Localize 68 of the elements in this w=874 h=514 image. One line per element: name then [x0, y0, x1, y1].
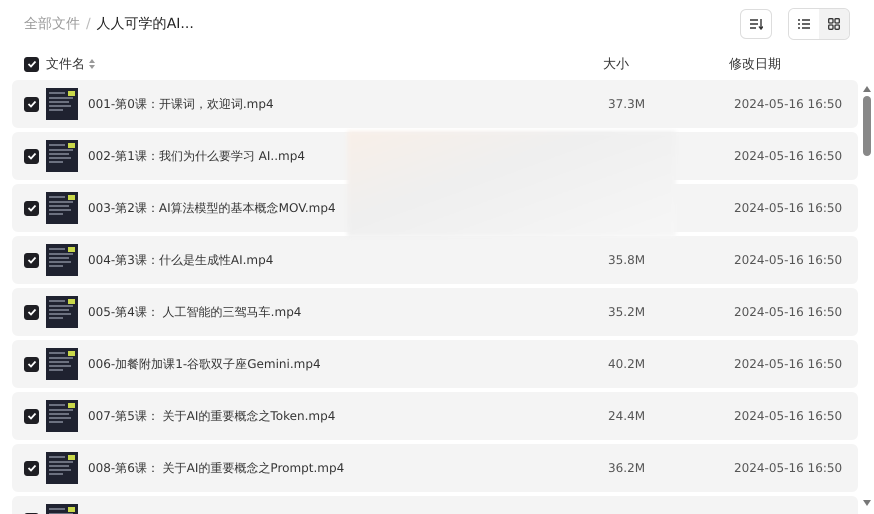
breadcrumb-item: 人人可学的AI...	[96, 15, 194, 33]
modified-date: 2024-05-16 16:50	[734, 97, 842, 111]
modified-date: 2024-05-16 16:50	[734, 201, 842, 215]
check-icon	[26, 360, 36, 368]
file-size: 35.8M	[608, 253, 646, 267]
file-row[interactable]: 005-第4课： 人工智能的三驾马车.mp4 35.2M 2024-05-16 16:50	[12, 288, 858, 336]
modified-date: 2024-05-16 16:50	[734, 253, 842, 267]
check-icon	[26, 308, 36, 316]
row-checkbox[interactable]	[24, 408, 39, 424]
file-name: 004-第3课：什么是生成性AI.mp4	[88, 252, 274, 266]
file-size: 35.2M	[608, 305, 646, 319]
check-icon	[26, 100, 36, 108]
grid-icon	[828, 18, 840, 30]
file-row[interactable]: 007-第5课： 关于AI的重要概念之Token.mp4 24.4M 2024-05-16 16:50	[12, 392, 858, 440]
check-icon	[26, 204, 36, 212]
file-row[interactable]: 001-第0课：开课词，欢迎词.mp4 37.3M 2024-05-16 16:50	[12, 80, 858, 128]
file-size: 37.3M	[608, 97, 646, 111]
check-icon	[26, 464, 36, 472]
check-icon	[26, 152, 36, 160]
modified-date: 2024-05-16 16:50	[734, 357, 842, 371]
grid-view-button[interactable]	[819, 9, 849, 39]
file-size: 40.2M	[608, 357, 646, 371]
modified-date: 2024-05-16 16:50	[734, 409, 842, 423]
column-header: 大小	[603, 56, 630, 73]
file-row[interactable]: 008-第6课： 关于AI的重要概念之Prompt.mp4 36.2M 2024-05-16 16:50	[12, 444, 858, 492]
scroll-up-icon[interactable]	[863, 86, 871, 92]
breadcrumb-separator: /	[86, 16, 91, 32]
sort-button[interactable]	[740, 9, 772, 39]
scrollbar-thumb[interactable]	[863, 96, 871, 156]
video-thumbnail	[46, 140, 78, 172]
modified-date: 2024-05-16 16:50	[734, 461, 842, 475]
video-thumbnail	[46, 296, 78, 328]
row-checkbox[interactable]	[24, 460, 39, 476]
file-name: 006-加餐附加课1-谷歌双子座Gemini.mp4	[88, 356, 321, 370]
sort-arrows-icon[interactable]	[89, 59, 95, 69]
check-icon	[26, 256, 36, 264]
file-name: 005-第4课： 人工智能的三驾马车.mp4	[88, 304, 302, 318]
select-all-checkbox[interactable]	[24, 56, 39, 72]
file-size: 24.4M	[608, 409, 646, 423]
row-checkbox[interactable]	[24, 304, 39, 320]
scroll-down-icon[interactable]	[863, 500, 871, 506]
video-thumbnail	[46, 452, 78, 484]
row-checkbox[interactable]	[24, 200, 39, 216]
video-thumbnail	[46, 88, 78, 120]
file-name: 002-第1课：我们为什么要学习 AI..mp4	[88, 148, 306, 162]
file-name: 003-第2课：AI算法模型的基本概念MOV.mp4	[88, 200, 336, 214]
check-icon	[26, 412, 36, 420]
modified-date: 2024-05-16 16:50	[734, 149, 842, 163]
column-header[interactable]: 文件名	[46, 55, 85, 73]
video-thumbnail	[46, 192, 78, 224]
modified-date: 2024-05-16 16:50	[734, 305, 842, 319]
row-checkbox[interactable]	[24, 148, 39, 164]
file-row[interactable]: 006-加餐附加课1-谷歌双子座Gemini.mp4 40.2M 2024-05-16 16:50	[12, 340, 858, 388]
file-row[interactable]: 004-第3课：什么是生成性AI.mp4 35.8M 2024-05-16 16:50	[12, 236, 858, 284]
row-checkbox[interactable]	[24, 96, 39, 112]
row-checkbox[interactable]	[24, 252, 39, 268]
list-icon	[798, 19, 810, 29]
file-size: 36.2M	[608, 461, 646, 475]
column-header: 修改日期	[729, 56, 781, 73]
file-name: 007-第5课： 关于AI的重要概念之Token.mp4	[88, 408, 336, 422]
video-thumbnail	[46, 348, 78, 380]
sort-icon	[749, 18, 763, 30]
file-name: 001-第0课：开课词，欢迎词.mp4	[88, 96, 274, 110]
check-icon	[26, 60, 36, 68]
file-name: 008-第6课： 关于AI的重要概念之Prompt.mp4	[88, 460, 344, 474]
video-thumbnail	[46, 400, 78, 432]
video-thumbnail	[46, 244, 78, 276]
row-checkbox[interactable]	[24, 356, 39, 372]
